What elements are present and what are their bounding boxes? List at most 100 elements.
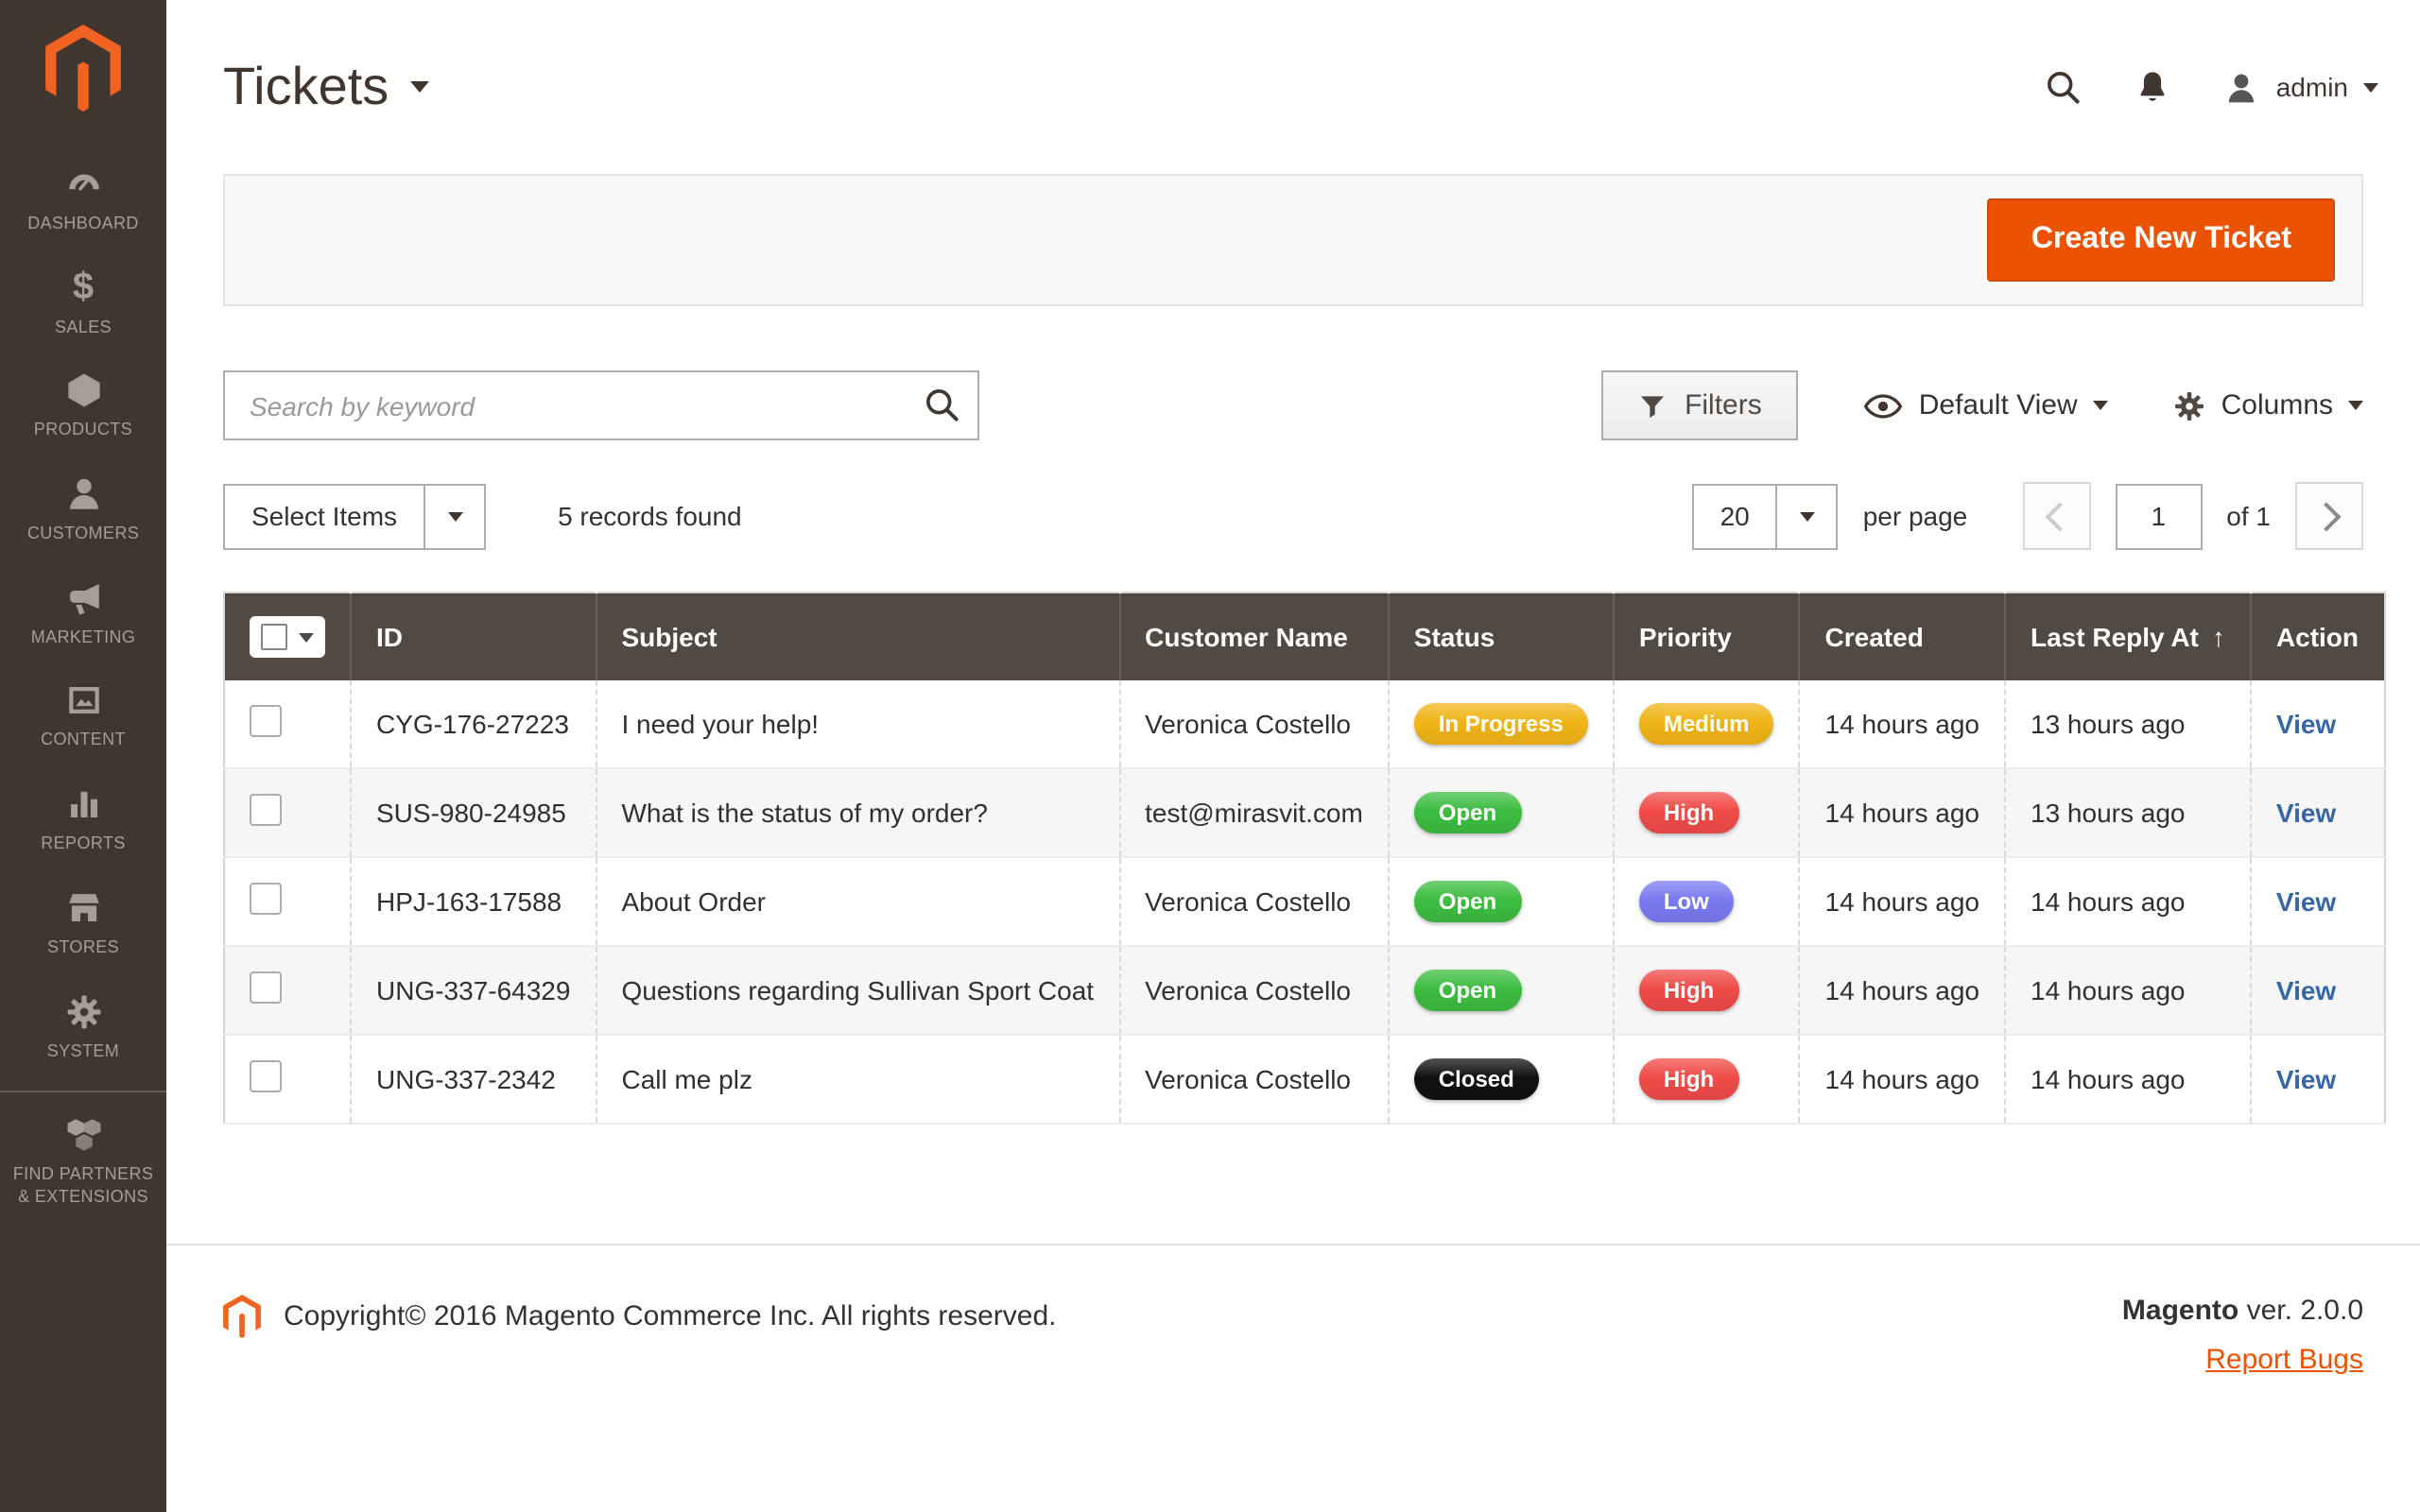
sidebar-item-reports[interactable]: REPORTS — [0, 767, 166, 870]
column-header-id[interactable]: ID — [351, 593, 596, 680]
row-checkbox[interactable] — [250, 794, 282, 826]
priority-badge: High — [1639, 1058, 1738, 1100]
marketing-icon — [63, 578, 103, 618]
ticket-id: HPJ-163-17588 — [351, 857, 596, 946]
ticket-customer: Veronica Costello — [1119, 1035, 1389, 1124]
per-page-dropdown[interactable]: 20 — [1692, 483, 1839, 549]
notifications-bell-icon[interactable] — [2133, 67, 2172, 107]
ticket-id: UNG-337-2342 — [351, 1035, 596, 1124]
customers-icon — [63, 474, 103, 514]
sidebar-item-stores[interactable]: STORES — [0, 871, 166, 974]
status-badge: In Progress — [1414, 703, 1588, 745]
filter-funnel-icon — [1637, 390, 1668, 421]
select-all-header — [224, 593, 351, 680]
columns-toggle[interactable]: Columns — [2172, 388, 2363, 422]
ticket-created: 14 hours ago — [1800, 857, 2005, 946]
admin-caret-icon — [2363, 82, 2378, 92]
admin-user-menu[interactable]: admin — [2221, 67, 2378, 107]
status-badge: Open — [1414, 881, 1521, 922]
column-header-action[interactable]: Action — [2251, 593, 2384, 680]
records-found-text: 5 records found — [558, 501, 742, 531]
report-bugs-link[interactable]: Report Bugs — [2205, 1344, 2363, 1376]
ticket-id: UNG-337-64329 — [351, 946, 596, 1035]
column-header-created[interactable]: Created — [1800, 593, 2005, 680]
avatar — [2221, 67, 2261, 107]
eye-icon — [1862, 385, 1904, 426]
ticket-id: CYG-176-27223 — [351, 680, 596, 768]
next-page-button[interactable] — [2295, 482, 2363, 550]
global-search-icon[interactable] — [2042, 66, 2083, 108]
ticket-created: 14 hours ago — [1800, 768, 2005, 857]
row-checkbox[interactable] — [250, 883, 282, 915]
view-link[interactable]: View — [2276, 1064, 2336, 1094]
extensions-icon — [63, 1115, 103, 1155]
sidebar-item-label: PRODUCTS — [34, 421, 132, 442]
ticket-customer: test@mirasvit.com — [1119, 768, 1389, 857]
sidebar-item-system[interactable]: SYSTEM — [0, 974, 166, 1077]
sidebar-item-find-partners[interactable]: FIND PARTNERS & EXTENSIONS — [0, 1091, 166, 1224]
table-row: UNG-337-2342 Call me plz Veronica Costel… — [224, 1035, 2384, 1124]
gear-icon — [2172, 388, 2206, 422]
admin-username: admin — [2276, 72, 2348, 102]
title-dropdown-caret-icon[interactable] — [409, 81, 428, 93]
sidebar-item-label: SALES — [55, 317, 112, 338]
view-link[interactable]: View — [2276, 886, 2336, 917]
default-view-toggle[interactable]: Default View — [1862, 385, 2108, 426]
priority-badge: Medium — [1639, 703, 1774, 745]
ticket-last-reply: 13 hours ago — [2005, 680, 2251, 768]
chevron-down-icon — [299, 632, 314, 642]
view-link[interactable]: View — [2276, 975, 2336, 1005]
magento-footer-logo-icon — [223, 1295, 261, 1338]
search-input[interactable] — [223, 370, 979, 440]
sidebar-item-content[interactable]: CONTENT — [0, 664, 166, 767]
column-header-last-reply[interactable]: Last Reply At↑ — [2005, 593, 2251, 680]
sidebar-item-label: REPORTS — [41, 833, 126, 855]
products-icon — [63, 371, 103, 411]
magento-logo-icon[interactable] — [45, 25, 121, 121]
priority-badge: High — [1639, 970, 1738, 1011]
sidebar-item-marketing[interactable]: MARKETING — [0, 561, 166, 664]
row-checkbox[interactable] — [250, 1060, 282, 1092]
ticket-subject: I need your help! — [596, 680, 1119, 768]
column-header-subject[interactable]: Subject — [596, 593, 1119, 680]
ticket-created: 14 hours ago — [1800, 680, 2005, 768]
column-header-priority[interactable]: Priority — [1614, 593, 1800, 680]
main-content: Tickets admin Create New Ticket — [166, 0, 2420, 1378]
priority-badge: Low — [1639, 881, 1734, 922]
priority-badge: High — [1639, 792, 1738, 833]
ticket-last-reply: 14 hours ago — [2005, 1035, 2251, 1124]
view-link[interactable]: View — [2276, 798, 2336, 828]
row-checkbox[interactable] — [250, 705, 282, 737]
view-link[interactable]: View — [2276, 709, 2336, 739]
chevron-down-icon — [447, 511, 462, 521]
ticket-id: SUS-980-24985 — [351, 768, 596, 857]
ticket-customer: Veronica Costello — [1119, 946, 1389, 1035]
sidebar-item-label: SYSTEM — [47, 1040, 119, 1062]
sidebar-item-customers[interactable]: CUSTOMERS — [0, 457, 166, 560]
sidebar-item-dashboard[interactable]: DASHBOARD — [0, 147, 166, 250]
sidebar-item-sales[interactable]: $ SALES — [0, 250, 166, 353]
version-text: ver. 2.0.0 — [2238, 1295, 2363, 1327]
system-icon — [63, 991, 103, 1031]
table-row: SUS-980-24985 What is the status of my o… — [224, 768, 2384, 857]
sidebar-item-products[interactable]: PRODUCTS — [0, 354, 166, 457]
column-header-status[interactable]: Status — [1389, 593, 1614, 680]
total-pages-label: of 1 — [2226, 501, 2271, 531]
select-all-dropdown[interactable] — [250, 616, 325, 658]
page-title: Tickets — [223, 57, 389, 117]
ticket-customer: Veronica Costello — [1119, 680, 1389, 768]
filters-button[interactable]: Filters — [1601, 370, 1798, 440]
page-number-input[interactable] — [2115, 483, 2202, 549]
filters-label: Filters — [1685, 389, 1762, 421]
sidebar: DASHBOARD $ SALES PRODUCTS CUSTOMERS MAR… — [0, 0, 166, 1512]
sidebar-item-label: MARKETING — [31, 627, 136, 649]
footer: Copyright© 2016 Magento Commerce Inc. Al… — [166, 1244, 2420, 1378]
select-items-dropdown[interactable]: Select Items — [223, 483, 486, 549]
column-header-customer[interactable]: Customer Name — [1119, 593, 1389, 680]
row-checkbox[interactable] — [250, 971, 282, 1004]
select-all-checkbox[interactable] — [261, 624, 287, 650]
search-submit-icon[interactable] — [921, 384, 962, 431]
previous-page-button[interactable] — [2022, 482, 2090, 550]
reports-icon — [63, 784, 103, 824]
create-new-ticket-button[interactable]: Create New Ticket — [1988, 198, 2335, 282]
